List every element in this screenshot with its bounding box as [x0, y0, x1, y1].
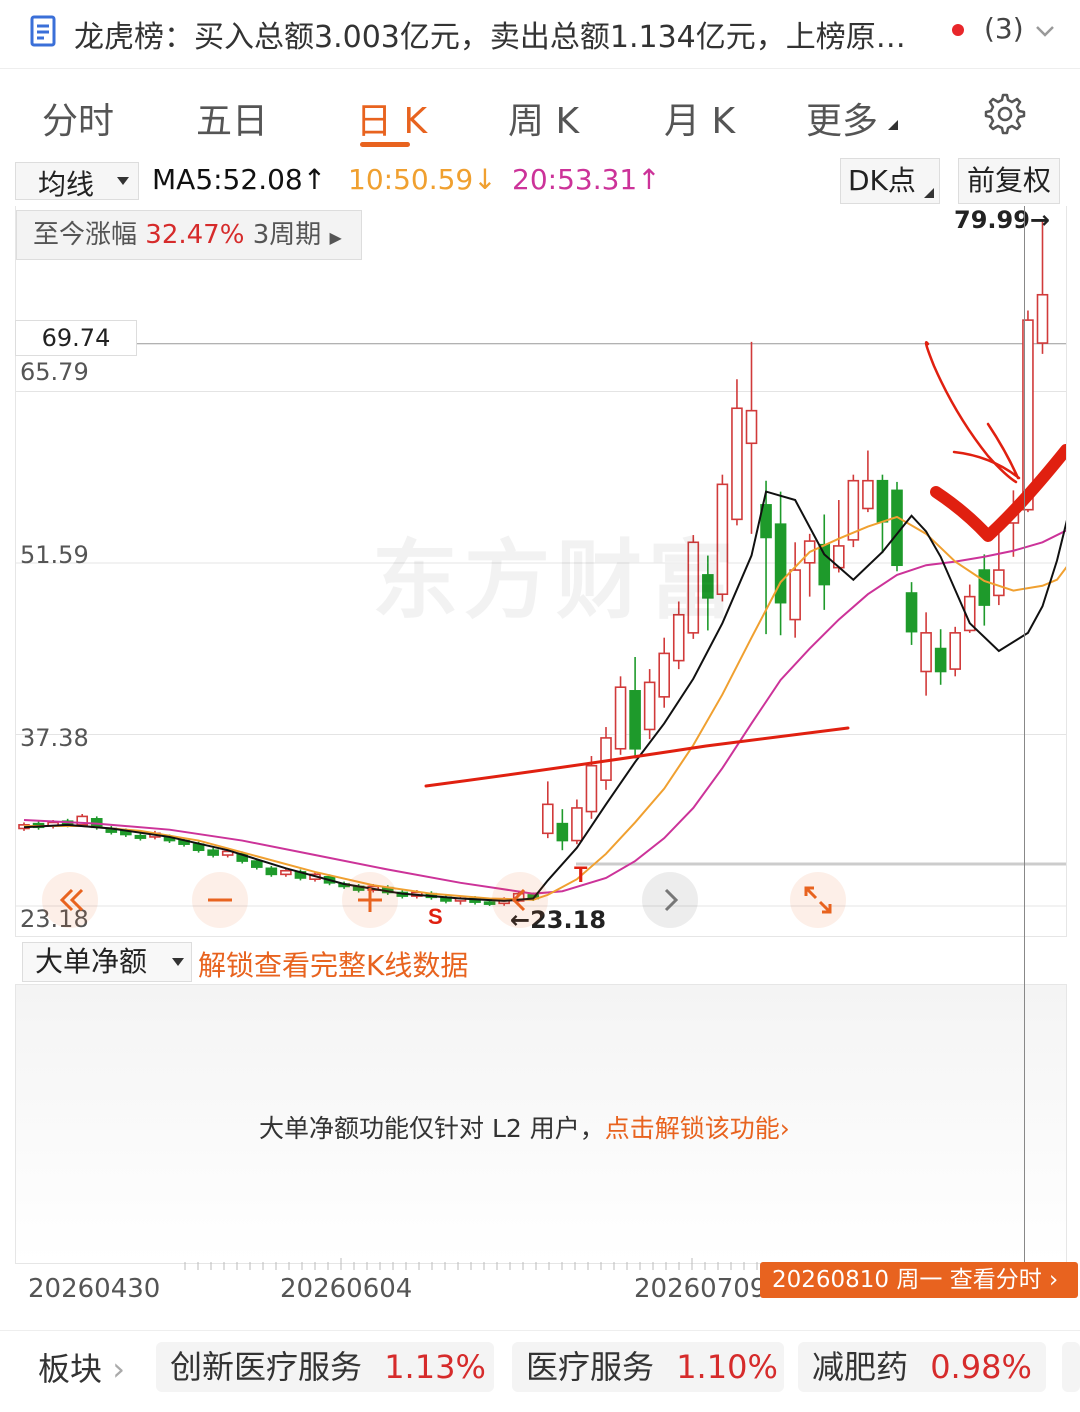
active-tab-indicator [360, 142, 410, 147]
double-chevron-left-icon [59, 888, 84, 912]
y-tick-label: 37.38 [20, 724, 89, 752]
dropdown-arrow-icon [172, 958, 184, 966]
candle-body [265, 867, 278, 876]
tab-five-day[interactable]: 五日 [196, 92, 268, 144]
dropdown-arrow-icon [117, 177, 129, 185]
period-tabs: 分时 五日 日 K 周 K 月 K 更多 [0, 70, 1080, 156]
watermark: 东方财富 [372, 531, 740, 631]
x-tick-label: 20260604 [280, 1274, 413, 1304]
chevron-left-icon [511, 888, 526, 912]
unread-dot [952, 24, 964, 36]
news-ticker-bar[interactable]: 龙虎榜：买入总额3.003亿元，卖出总额1.134亿元，上榜原… (3) [0, 0, 1080, 69]
candle-body [731, 407, 743, 521]
annotation-arrowhead-stroke [952, 422, 1021, 480]
candle-body [207, 849, 219, 856]
candle-body [134, 834, 147, 839]
candle-body [789, 569, 801, 621]
sector-label[interactable]: 板块 › [38, 1344, 125, 1390]
l2-notice: 大单净额功能仅针对 L2 用户，点击解锁该功能› [259, 1114, 790, 1143]
sector-chip[interactable]: 医疗服务 1.10% [512, 1342, 784, 1392]
candle-body [993, 569, 1005, 597]
view-intraday-tip[interactable]: 20260810 周一 查看分时 › [760, 1262, 1078, 1298]
ma20-value: 20:53.31↑ [512, 163, 661, 196]
lower-indicator-panel: 大单净额功能仅针对 L2 用户，点击解锁该功能› [15, 984, 1067, 1264]
step-left-button[interactable] [492, 872, 548, 928]
indicator-select[interactable]: 均线 [15, 162, 139, 201]
x-tick-label: 20260709 [634, 1274, 767, 1304]
candle-body [571, 807, 583, 842]
y-tick-label: 65.79 [20, 358, 89, 386]
chevron-right-icon [664, 888, 679, 912]
candle-body [891, 489, 903, 567]
sector-chip-overflow[interactable] [1062, 1342, 1080, 1392]
candle-body [643, 681, 656, 731]
candle-body [658, 652, 671, 698]
dk-point-button[interactable]: DK点 [840, 158, 940, 204]
unlock-kline-link[interactable]: 解锁查看完整K线数据 [198, 944, 468, 984]
candle-body [251, 860, 263, 868]
tab-daily-k[interactable]: 日 K [356, 92, 427, 144]
zoom-in-button[interactable] [342, 872, 398, 928]
tab-monthly-k[interactable]: 月 K [664, 92, 735, 144]
candle-body [280, 869, 292, 876]
candle-body [949, 632, 962, 670]
candle-body [818, 543, 831, 586]
corner-triangle-icon [888, 120, 898, 130]
tab-intraday[interactable]: 分时 [42, 92, 114, 144]
candle-body [978, 569, 991, 606]
fullscreen-button[interactable] [790, 872, 846, 928]
annotation-arrow-stroke [924, 341, 1018, 484]
buy-marker: T [574, 862, 588, 887]
news-count: (3) [984, 12, 1024, 45]
candle-body [745, 409, 758, 445]
lower-indicator-select[interactable]: 大单净额 [22, 942, 192, 982]
candle-body [876, 479, 889, 523]
candle-body [905, 592, 918, 633]
candle-body [585, 764, 598, 813]
step-right-button[interactable] [642, 872, 698, 928]
plus-icon [358, 888, 382, 912]
gain-since-box[interactable]: 至今涨幅 32.47% 3周期 ▶ [16, 210, 362, 260]
sector-chip[interactable]: 减肥药 0.98% [798, 1342, 1046, 1392]
document-icon [30, 15, 56, 47]
candle-body [920, 632, 932, 673]
high-price-tag: 79.99→ [954, 206, 1051, 234]
y-tick-label: 51.59 [20, 541, 89, 569]
annotation-checkmark [930, 444, 1066, 542]
crosshair-vertical-line [1024, 206, 1025, 1262]
candle-body [556, 822, 569, 842]
tab-more[interactable]: 更多 [806, 92, 878, 144]
candle-body [934, 647, 947, 673]
ma10-value: 10:50.59↓ [348, 163, 497, 196]
news-headline[interactable]: 龙虎榜：买入总额3.003亿元，卖出总额1.134亿元，上榜原… [74, 12, 906, 56]
corner-triangle-icon [924, 188, 934, 198]
sector-chip[interactable]: 创新医疗服务 1.13% [156, 1342, 494, 1392]
sell-marker: S [428, 904, 443, 929]
scroll-left-button[interactable] [42, 872, 98, 928]
unlock-feature-link[interactable]: 点击解锁该功能 [605, 1114, 780, 1143]
candle-body [862, 479, 874, 510]
crosshair-price-tag: 69.74 [15, 320, 137, 356]
tab-weekly-k[interactable]: 周 K [508, 92, 579, 144]
ma5-value: MA5:52.08↑ [152, 163, 327, 196]
indicator-select-label: 均线 [38, 168, 95, 201]
chevron-down-icon[interactable] [1034, 20, 1056, 42]
candle-body [629, 690, 641, 750]
candle-body [614, 686, 627, 750]
minus-icon [208, 898, 232, 902]
x-tick-label: 20260430 [28, 1274, 161, 1304]
expand-icon [804, 886, 832, 914]
candle-body [1036, 293, 1049, 344]
gear-icon[interactable] [980, 90, 1026, 136]
zoom-out-button[interactable] [192, 872, 248, 928]
candle-body [541, 803, 554, 835]
adjust-mode-button[interactable]: 前复权 [958, 158, 1060, 204]
